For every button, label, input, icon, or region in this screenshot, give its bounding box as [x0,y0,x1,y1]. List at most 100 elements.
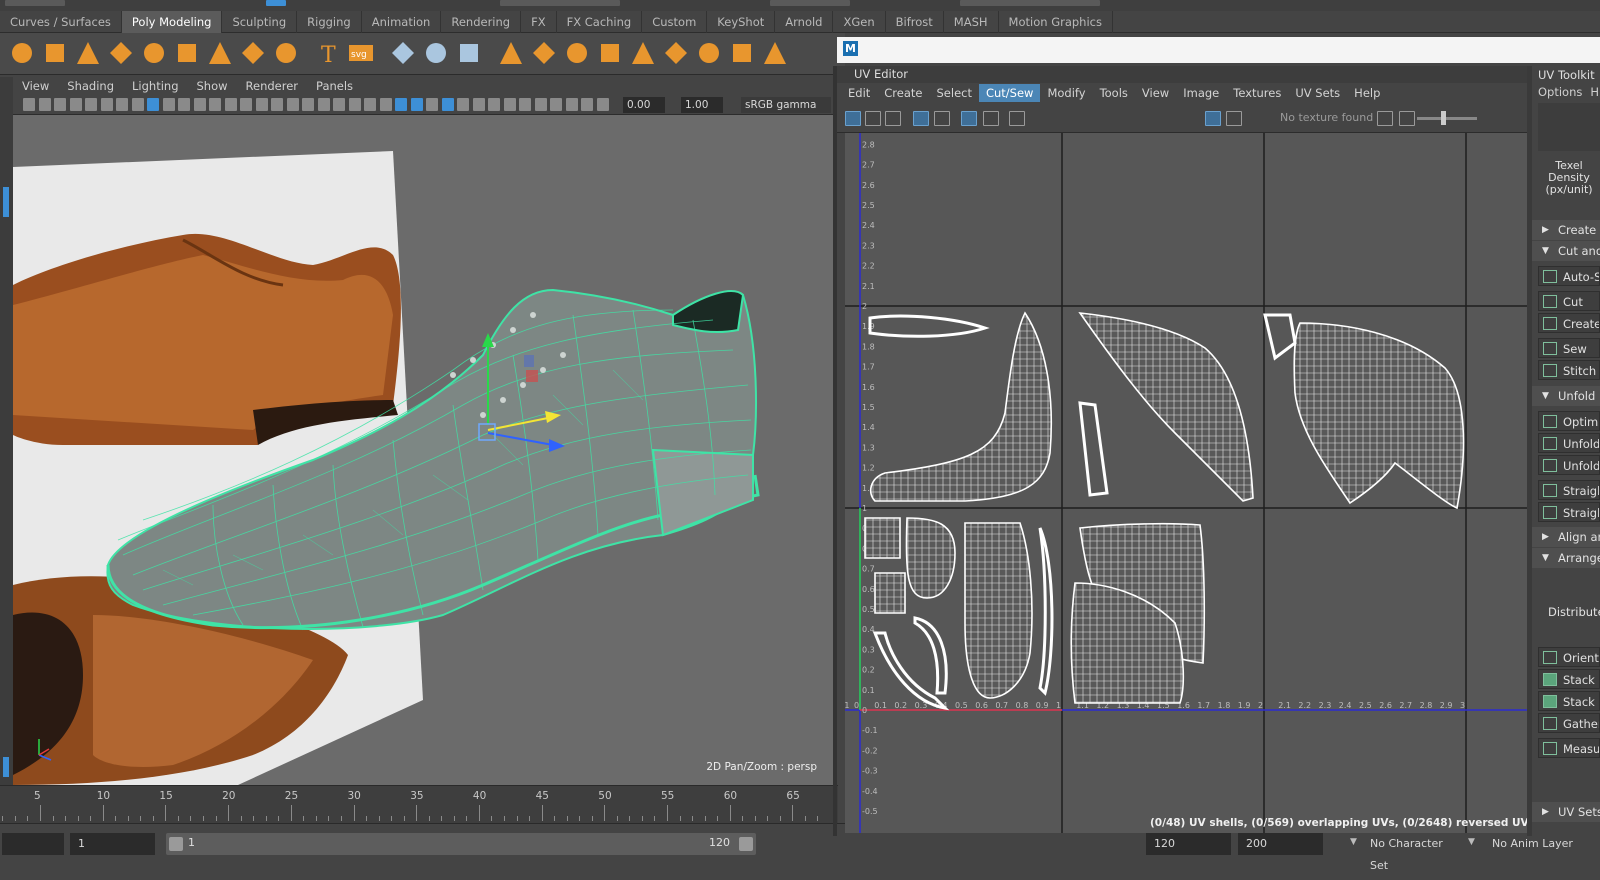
extrude-icon[interactable] [561,37,593,69]
perspective-viewport[interactable]: 2D Pan/Zoom : persp [13,115,833,785]
sew-button[interactable]: Sew [1538,338,1600,358]
status-line-field[interactable] [960,0,1100,6]
shelf-tab-poly-modeling[interactable]: Poly Modeling [121,10,223,33]
uv-tool-icon[interactable] [845,111,861,126]
viewport-menu-view[interactable]: View [13,79,58,93]
uv-display-icon[interactable] [1205,111,1221,126]
options-label[interactable]: Options [1538,85,1582,99]
separate-icon[interactable] [420,37,452,69]
viewport-tool-icon[interactable] [596,98,609,111]
viewport-tool-icon[interactable] [271,98,283,111]
shelf-tab-motion-graphics[interactable]: Motion Graphics [999,10,1113,33]
status-line-button[interactable] [266,0,286,6]
cylinder-icon[interactable] [72,37,104,69]
end-frame-field[interactable]: 120 [1146,833,1231,855]
anim-end-field[interactable]: 200 [1238,833,1323,855]
chevron-down-icon[interactable]: ▼ [1350,837,1357,847]
viewport-tool-icon[interactable] [302,98,314,111]
viewport-tool-icon[interactable] [147,98,159,111]
straighten-uvs-button[interactable]: Straighten UVs [1538,480,1600,500]
shelf-tab-curves-surfaces[interactable]: Curves / Surfaces [0,10,122,33]
section-cut-and-sew[interactable]: ▼Cut and Sew [1532,241,1600,261]
viewport-tool-icon[interactable] [441,98,454,111]
range-slider[interactable]: 1 120 [166,833,756,855]
viewport-tool-icon[interactable] [503,98,516,111]
time-slider[interactable]: 5 10 15 20 25 30 35 40 45 50 55 60 65 [0,785,838,823]
section-uv-sets[interactable]: ▶ UV Sets [1532,802,1600,822]
help-menu-label[interactable]: H [1590,85,1599,99]
uv-display-icon[interactable] [1377,111,1393,126]
smooth-icon[interactable] [453,37,485,69]
viewport-tool-icon[interactable] [116,98,128,111]
uv-menu-image[interactable]: Image [1176,84,1226,102]
uv-menu-create[interactable]: Create [877,84,929,102]
uv-menu-view[interactable]: View [1135,84,1176,102]
shelf-tab-fx[interactable]: FX [521,10,557,33]
shelf-tab-keyshot[interactable]: KeyShot [707,10,776,33]
range-end-handle[interactable] [739,837,753,851]
viewport-tool-icon[interactable] [395,98,407,111]
unfold-button[interactable]: Unfold [1538,433,1600,453]
cut-button[interactable]: Cut [1538,291,1600,311]
viewport-tool-icon[interactable] [333,98,345,111]
viewport-tool-icon[interactable] [162,98,175,111]
plane-icon[interactable] [171,37,203,69]
status-line-button[interactable] [770,0,850,6]
uv-tool-icon[interactable] [913,111,929,126]
uv-display-icon[interactable] [1399,111,1415,126]
cone-icon[interactable] [105,37,137,69]
viewport-menu-lighting[interactable]: Lighting [123,79,187,93]
viewport-tool-icon[interactable] [488,98,500,111]
viewport-tool-icon[interactable] [69,98,82,111]
superellipse-icon[interactable] [270,37,302,69]
sphere-icon[interactable] [6,37,38,69]
shelf-tab-animation[interactable]: Animation [362,10,442,33]
multicut-icon[interactable] [594,37,626,69]
shelf-tab-custom[interactable]: Custom [642,10,708,33]
viewport-tool-icon[interactable] [379,98,392,111]
uv-menu-select[interactable]: Select [930,84,979,102]
platonic-icon[interactable] [237,37,269,69]
uv-menu-uv-sets[interactable]: UV Sets [1288,84,1347,102]
section-create[interactable]: ▶ Create [1532,220,1600,240]
viewport-menu-show[interactable]: Show [188,79,237,93]
viewport-tool-icon[interactable] [23,98,35,111]
uv-menu-help[interactable]: Help [1347,84,1387,102]
uv-tool-icon[interactable] [885,111,901,126]
shelf-tab-sculpting[interactable]: Sculpting [222,10,298,33]
shelf-tab-mash[interactable]: MASH [944,10,999,33]
slider-handle[interactable] [1441,111,1446,125]
exposure-field[interactable]: 0.00 [623,97,665,113]
uv-menu-textures[interactable]: Textures [1226,84,1288,102]
uv-menu-edit[interactable]: Edit [841,84,877,102]
straighten-shell-button[interactable]: Straighten Shell [1538,502,1600,522]
viewport-tool-icon[interactable] [100,98,113,111]
character-set-dropdown[interactable]: No Character Set [1362,833,1462,872]
shelf-tab-bifrost[interactable]: Bifrost [886,10,944,33]
anim-layer-dropdown[interactable]: No Anim Layer [1484,833,1592,855]
texture-brightness-slider[interactable] [1417,111,1477,125]
gamma-field[interactable]: 1.00 [681,97,723,113]
auto-seams-button[interactable]: Auto-Seams [1538,266,1600,286]
viewport-tool-icon[interactable] [581,98,593,111]
viewport-tool-icon[interactable] [348,98,361,111]
uv-display-icon[interactable] [1226,111,1242,126]
shelf-tab-xgen[interactable]: XGen [833,10,886,33]
uv-editor-window-titlebar[interactable] [837,37,1600,63]
stitch-together-button[interactable]: Stitch Together [1538,360,1600,380]
viewport-menu-panels[interactable]: Panels [307,79,362,93]
insert-loop-icon[interactable] [660,37,692,69]
section-align-and-snap[interactable]: ▶Align and Snap [1532,527,1600,547]
section-unfold[interactable]: ▼ Unfold [1532,386,1600,406]
viewport-tool-icon[interactable] [131,98,144,111]
viewport-tool-icon[interactable] [38,98,51,111]
viewport-tool-icon[interactable] [364,98,376,111]
viewport-menu-renderer[interactable]: Renderer [237,79,308,93]
shelf-tab-arnold[interactable]: Arnold [775,10,834,33]
uv-menu-modify[interactable]: Modify [1040,84,1092,102]
shelf-tab-rendering[interactable]: Rendering [441,10,522,33]
uv-tool-icon[interactable] [865,111,881,126]
viewport-tool-icon[interactable] [550,98,562,111]
bridge-icon[interactable] [528,37,560,69]
select-tool-icon[interactable] [3,187,9,217]
